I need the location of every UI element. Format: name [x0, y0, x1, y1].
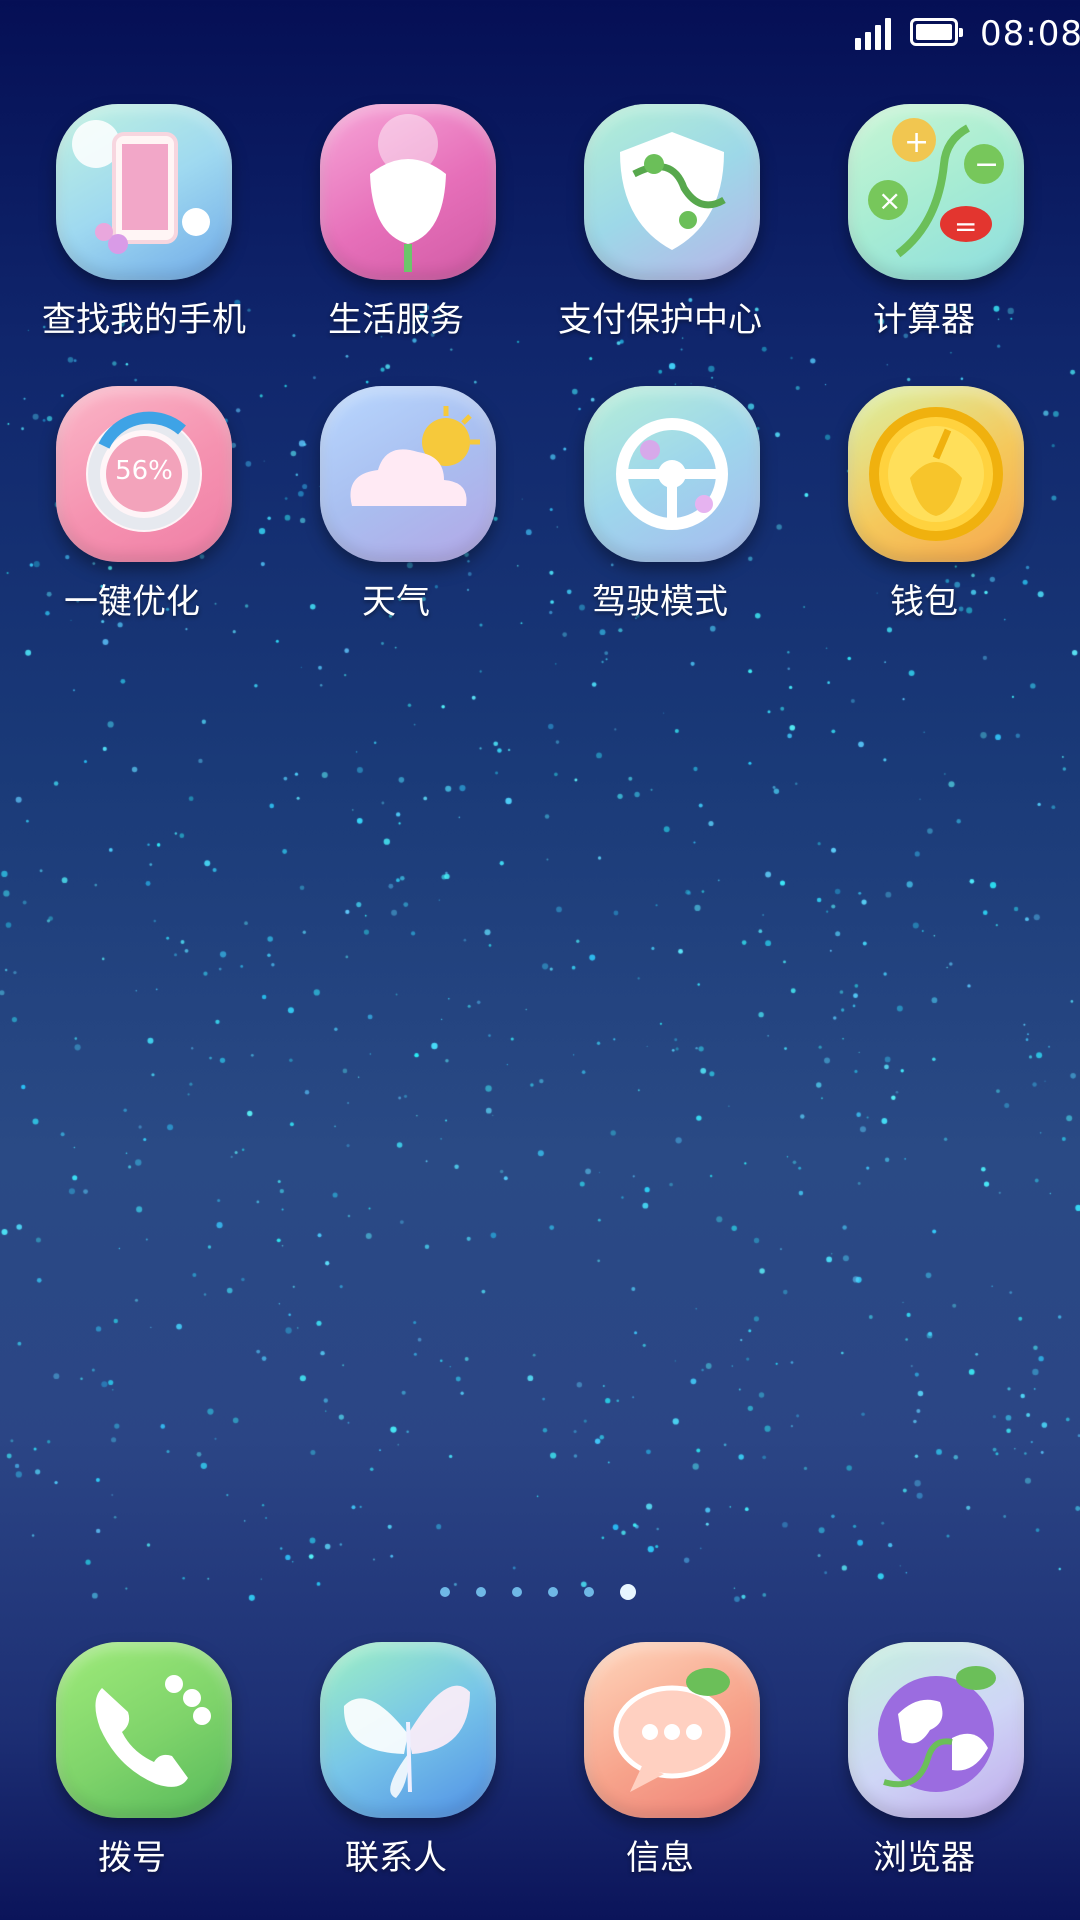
app-label: 联系人 — [345, 1838, 447, 1878]
status-bar: 08:08 — [0, 0, 1080, 70]
page-dot[interactable] — [476, 1587, 486, 1597]
calculator-icon: + − × = — [848, 104, 1024, 280]
app-label: 支付保护中心 — [558, 300, 762, 340]
dock-app-dialer[interactable]: 拨号 — [0, 1642, 264, 1902]
battery-full-icon — [910, 18, 963, 46]
app-weather[interactable]: 天气 — [264, 386, 528, 646]
svg-text:×: × — [878, 184, 901, 217]
optimize-percent: 56% — [115, 456, 173, 486]
wallet-coin-icon — [848, 386, 1024, 562]
page-dot[interactable] — [584, 1587, 594, 1597]
app-label: 查找我的手机 — [42, 300, 246, 340]
app-optimize[interactable]: 56% 一键优化 — [0, 386, 264, 646]
app-label: 生活服务 — [328, 300, 464, 340]
app-payment-protection[interactable]: 支付保护中心 — [528, 104, 792, 364]
status-time: 08:08 — [980, 14, 1080, 54]
app-label: 天气 — [362, 582, 430, 622]
page-dot[interactable] — [512, 1587, 522, 1597]
app-label: 计算器 — [873, 300, 975, 340]
svg-text:=: = — [954, 210, 977, 243]
phone-icon — [56, 1642, 232, 1818]
app-wallet[interactable]: 钱包 — [792, 386, 1056, 646]
app-find-my-phone[interactable]: 查找我的手机 — [0, 104, 264, 364]
svg-text:+: + — [904, 125, 929, 160]
app-driving-mode[interactable]: 驾驶模式 — [528, 386, 792, 646]
app-label: 信息 — [626, 1838, 694, 1878]
app-label: 驾驶模式 — [592, 582, 728, 622]
app-life-service[interactable]: 生活服务 — [264, 104, 528, 364]
message-bubble-icon — [584, 1642, 760, 1818]
app-label: 一键优化 — [64, 582, 200, 622]
globe-browser-icon — [848, 1642, 1024, 1818]
signal-bars-icon — [855, 16, 897, 50]
find-phone-icon — [56, 104, 232, 280]
page-dot-active[interactable] — [620, 1584, 636, 1600]
dock-app-browser[interactable]: 浏览器 — [792, 1642, 1056, 1902]
dock-app-contacts[interactable]: 联系人 — [264, 1642, 528, 1902]
app-calculator[interactable]: + − × = 计算器 — [792, 104, 1056, 364]
svg-text:−: − — [974, 147, 999, 182]
app-label: 钱包 — [890, 582, 958, 622]
optimize-icon: 56% — [56, 386, 232, 562]
payment-shield-icon — [584, 104, 760, 280]
page-dot[interactable] — [548, 1587, 558, 1597]
weather-icon — [320, 386, 496, 562]
dock-app-messages[interactable]: 信息 — [528, 1642, 792, 1902]
page-indicator[interactable] — [440, 1578, 640, 1608]
steering-wheel-icon — [584, 386, 760, 562]
app-label: 拨号 — [98, 1838, 166, 1878]
life-service-icon — [320, 104, 496, 280]
page-dot[interactable] — [440, 1587, 450, 1597]
app-label: 浏览器 — [873, 1838, 975, 1878]
butterfly-contacts-icon — [320, 1642, 496, 1818]
